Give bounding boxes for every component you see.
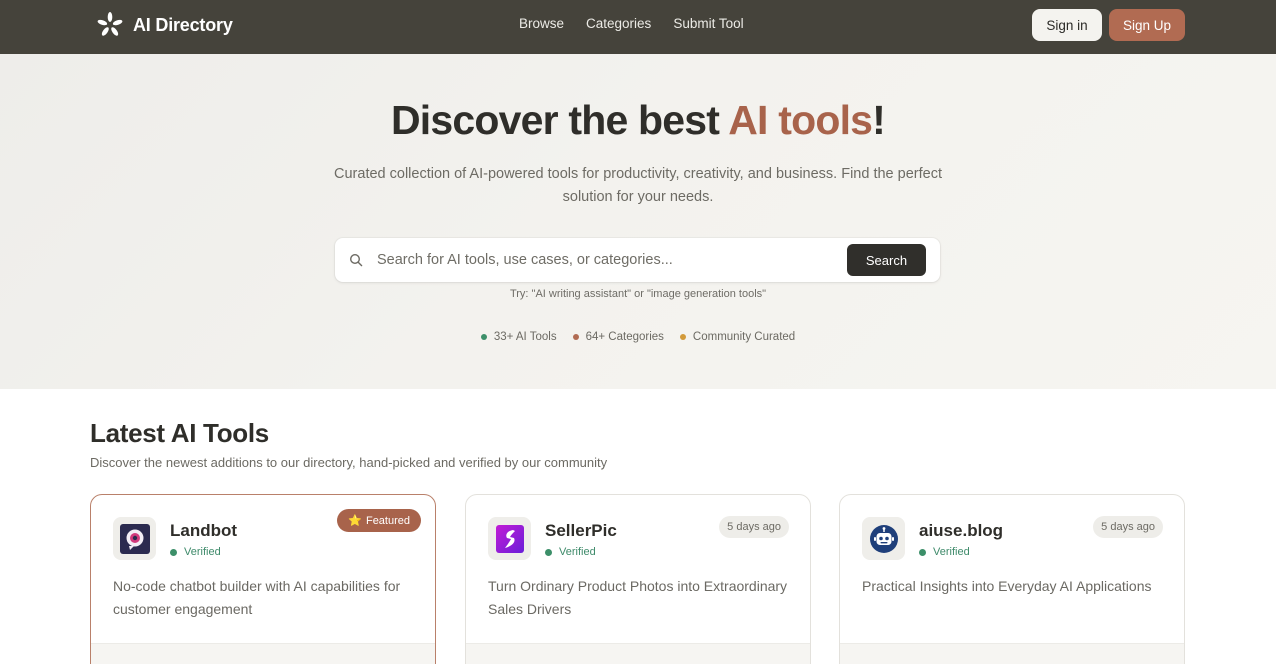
stat-label: 64+ Categories (585, 331, 664, 343)
verified-label: Verified (559, 546, 596, 558)
verified-badge: Verified (919, 546, 970, 558)
tool-description: Practical Insights into Everyday AI Appl… (862, 578, 1152, 594)
featured-badge: ⭐ Featured (337, 509, 421, 532)
latest-tools-title: Latest AI Tools (90, 418, 269, 448)
search-hint: Try: "AI writing assistant" or "image ge… (509, 288, 767, 300)
tool-name: Landbot (170, 521, 238, 540)
stat-dot (572, 334, 579, 340)
tool-name: aiuse.blog (919, 521, 1004, 540)
sparkle-logo-icon (97, 12, 123, 36)
card-footer (840, 643, 1184, 664)
star-icon: ⭐ (348, 515, 362, 527)
robot-icon (869, 524, 898, 553)
verified-dot (170, 548, 177, 556)
landbot-logo-icon (119, 523, 150, 554)
tool-card-aiuse-blog[interactable]: aiuse.blog Verified 5 days ago Practical… (839, 494, 1185, 664)
nav-links: Browse Categories Submit Tool (519, 16, 744, 31)
nav-link-browse[interactable]: Browse (519, 16, 564, 31)
hero-title-accent: AI tools (728, 97, 873, 143)
tool-name: SellerPic (545, 521, 617, 540)
nav-link-submit-tool[interactable]: Submit Tool (673, 16, 743, 31)
verified-dot (545, 548, 552, 556)
search-input[interactable] (377, 248, 837, 272)
nav-link-categories[interactable]: Categories (586, 16, 651, 31)
robot-icon (862, 517, 905, 560)
verified-badge: Verified (545, 546, 596, 558)
stat-dot (480, 334, 487, 340)
tool-card-landbot[interactable]: Landbot Verified ⭐ Featured No-code chatb… (90, 494, 436, 664)
stat-tools: 33+ AI Tools (480, 331, 557, 343)
sign-up-button[interactable]: Sign Up (1109, 9, 1185, 41)
hero-subtitle: Curated collection of AI-powered tools f… (334, 166, 942, 205)
latest-tools-subtitle: Discover the newest additions to our dir… (90, 455, 608, 470)
verified-dot (919, 548, 926, 556)
tool-description: Turn Ordinary Product Photos into Extrao… (488, 578, 788, 617)
verified-label: Verified (184, 546, 221, 558)
stat-label: 33+ AI Tools (493, 331, 557, 343)
card-footer (466, 643, 810, 664)
stat-label: Community Curated (692, 331, 796, 343)
sellerpic-logo-icon (495, 524, 524, 553)
search-bar: Search (335, 238, 940, 282)
tool-card-sellerpic[interactable]: SellerPic Verified 5 days ago Turn Ordin… (465, 494, 811, 664)
landbot-logo-icon (113, 517, 156, 560)
hero-section: Discover the best AI tools! Curated coll… (0, 54, 1276, 389)
hero-title-end: ! (872, 97, 886, 143)
sellerpic-logo-icon (488, 517, 531, 560)
featured-label: Featured (365, 514, 410, 527)
verified-badge: Verified (170, 546, 221, 558)
search-button[interactable]: Search (847, 244, 926, 276)
brand-name: AI Directory (133, 14, 233, 35)
date-badge: 5 days ago (719, 516, 789, 538)
stat-categories: 64+ Categories (572, 331, 664, 343)
stat-community: Community Curated (679, 331, 796, 343)
brand-logo[interactable]: AI Directory (96, 12, 233, 38)
sign-in-button[interactable]: Sign in (1032, 9, 1102, 41)
date-badge: 5 days ago (1093, 516, 1163, 538)
navbar: AI Directory Browse Categories Submit To… (0, 0, 1276, 54)
search-icon (349, 253, 363, 267)
card-footer (91, 643, 435, 664)
hero-title-main: Discover the best (390, 97, 729, 143)
stat-dot (679, 334, 686, 340)
verified-label: Verified (933, 546, 970, 558)
hero-stats: 33+ AI Tools 64+ Categories Community Cu… (0, 331, 1276, 343)
tool-description: No-code chatbot builder with AI capabili… (113, 578, 401, 617)
hero-title: Discover the best AI tools! (0, 97, 1276, 144)
